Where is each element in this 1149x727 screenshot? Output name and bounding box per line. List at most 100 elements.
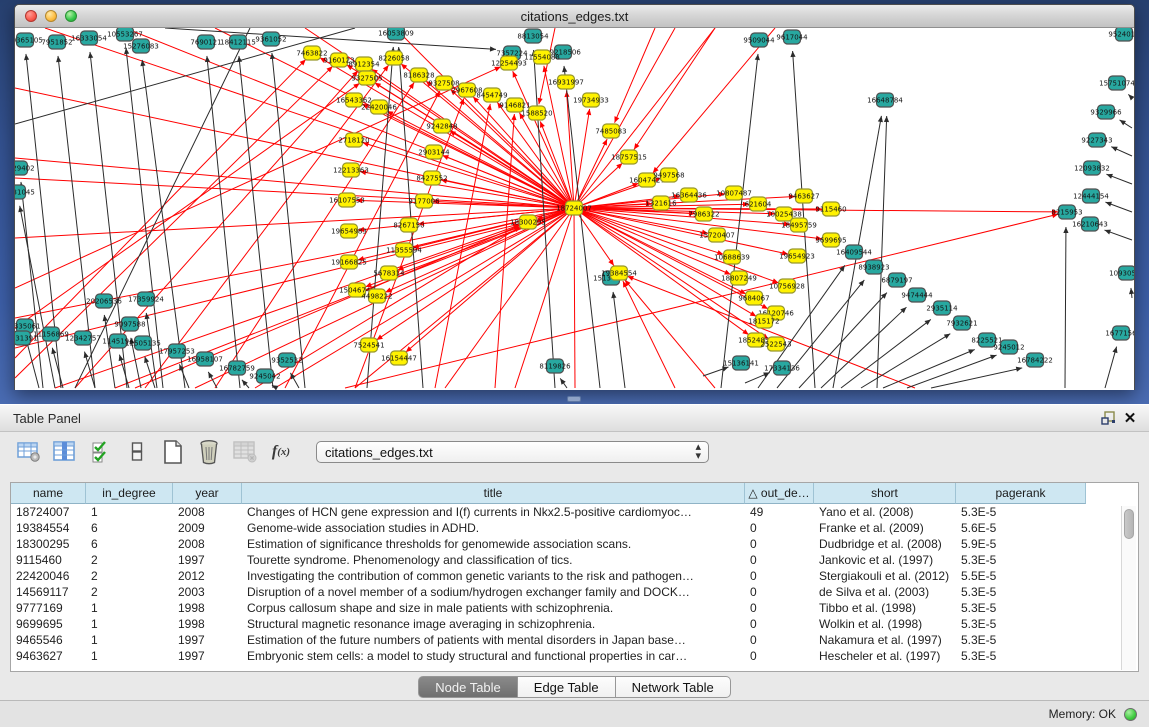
graph-edge[interactable] [1105,347,1117,388]
graph-node[interactable]: 20365105 [15,33,43,47]
graph-node[interactable]: 15751074 [1099,76,1134,90]
graph-node[interactable]: 9115460 [815,202,846,216]
delete-table-icon[interactable] [194,437,224,467]
table-row[interactable]: 911546021997Tourette syndrome. Phenomeno… [11,552,1138,568]
graph-node[interactable]: 15720407 [699,228,735,242]
citation-network-graph[interactable]: 2036510579518521633305410553267152760837… [15,28,1134,390]
graph-edge[interactable] [15,208,574,238]
table-select-dropdown[interactable]: citations_edges.txt ▴▾ [316,441,709,463]
graph-node[interactable]: 16333054 [71,31,107,45]
graph-node[interactable]: 8813054 [517,29,549,43]
column-header-short[interactable]: short [814,483,956,504]
graph-node[interactable]: 7485083 [595,124,626,138]
graph-node[interactable]: 12093832 [1074,161,1110,175]
float-panel-icon[interactable] [1097,408,1119,428]
graph-node[interactable]: 10331045 [15,185,35,199]
tab-edge-table[interactable]: Edge Table [518,676,616,698]
graph-edge[interactable] [653,28,775,173]
graph-node[interactable]: 19654983 [331,224,367,238]
graph-edge[interactable] [861,334,950,388]
graph-node[interactable]: 16053809 [378,28,414,40]
graph-edge[interactable] [883,349,975,388]
tab-node-table[interactable]: Node Table [418,676,518,698]
graph-edge[interactable] [15,59,306,358]
table-row[interactable]: 1830029562008Estimation of significance … [11,536,1138,552]
graph-node[interactable]: 19166825 [331,255,367,269]
graph-node[interactable]: 7529402 [15,161,35,175]
graph-edge[interactable] [564,66,600,388]
graph-node[interactable]: 16210643 [1072,217,1108,231]
column-header-title[interactable]: title [242,483,745,504]
graph-node[interactable]: 18412115 [220,35,256,49]
table-settings-icon[interactable] [14,437,44,467]
graph-edge[interactable] [15,83,360,328]
graph-edge[interactable] [515,208,574,388]
graph-node[interactable]: 12342757 [65,331,101,345]
graph-node[interactable]: 2935114 [926,301,958,315]
graph-node[interactable]: 9699695 [815,233,846,247]
graph-node[interactable]: 12213363 [333,163,369,177]
split-pane-divider[interactable] [567,396,581,402]
graph-node[interactable]: 9524012 [1108,28,1134,41]
graph-node[interactable]: 7951852 [41,35,72,49]
graph-node[interactable]: 8215953 [1051,205,1082,219]
graph-node[interactable]: 9227343 [1081,133,1112,147]
graph-node[interactable]: 8119826 [539,359,571,373]
graph-edge[interactable] [1065,227,1066,388]
graph-node[interactable]: 9463627 [788,189,819,203]
tab-network-table[interactable]: Network Table [616,676,731,698]
close-panel-icon[interactable]: ✕ [1119,408,1141,428]
graph-node[interactable]: 6879197 [881,273,912,287]
graph-node[interactable]: 12444154 [1073,189,1109,203]
graph-node[interactable]: 9242848 [426,119,457,133]
graph-edge[interactable] [574,163,622,208]
graph-node[interactable]: 8427552 [416,171,447,185]
window-titlebar[interactable]: citations_edges.txt [15,5,1134,28]
graph-node[interactable]: 2718120 [338,133,369,147]
graph-edge[interactable] [406,208,574,352]
graph-edge[interactable] [574,208,575,388]
graph-node[interactable]: 9474444 [901,288,933,302]
graph-edge[interactable] [450,131,574,208]
table-row[interactable]: 1938455462009Genome-wide association stu… [11,520,1138,536]
table-row[interactable]: 946554611997Estimation of the future num… [11,632,1138,648]
scrollbar-thumb[interactable] [1124,509,1134,539]
graph-node[interactable]: 8226058 [378,51,409,65]
graph-edge[interactable] [931,368,1022,388]
graph-edge[interactable] [20,206,55,388]
graph-node[interactable]: 16784222 [1017,353,1053,367]
graph-edge[interactable] [435,104,490,388]
function-builder-icon[interactable]: f(x) [266,437,296,467]
graph-edge[interactable] [495,114,514,388]
graph-node[interactable]: 19734933 [573,93,609,107]
graph-edge[interactable] [613,292,625,388]
graph-node[interactable]: 9509044 [743,33,775,47]
column-header-name[interactable]: name [11,483,86,504]
graph-node[interactable]: 10807487 [716,186,752,200]
vertical-scrollbar[interactable] [1121,506,1136,670]
table-row[interactable]: 969969511998Structural magnetic resonanc… [11,616,1138,632]
graph-edge[interactable] [634,28,715,150]
graph-node[interactable]: 8267150 [393,218,424,232]
rows-icon[interactable] [122,437,152,467]
graph-edge[interactable] [275,208,574,388]
network-canvas[interactable]: 2036510579518521633305410553267152760837… [15,28,1134,390]
graph-node[interactable]: 16648784 [867,93,903,107]
column-visibility-icon[interactable] [50,437,80,467]
graph-node[interactable]: 10930544 [1109,266,1134,280]
table-row[interactable]: 977716911998Corpus callosum shape and si… [11,600,1138,616]
graph-edge[interactable] [239,56,273,388]
graph-edge[interactable] [877,116,887,388]
table-row[interactable]: 946362711997Embryonic stem cells: a mode… [11,648,1138,664]
graph-node[interactable]: 16409544 [836,245,872,259]
graph-node[interactable]: 16154447 [381,351,417,365]
graph-node[interactable]: 16931997 [548,75,584,89]
table-row[interactable]: 1456911722003Disruption of a novel membe… [11,584,1138,600]
table-row[interactable]: 1872400712008Changes of HCN gene express… [11,504,1138,520]
column-header-year[interactable]: year [173,483,242,504]
graph-node[interactable]: 19654923 [779,249,815,263]
graph-edge[interactable] [272,53,305,388]
new-table-icon[interactable] [158,437,188,467]
graph-node[interactable]: 1677156 [1105,326,1134,340]
column-header-in_degree[interactable]: in_degree [86,483,173,504]
